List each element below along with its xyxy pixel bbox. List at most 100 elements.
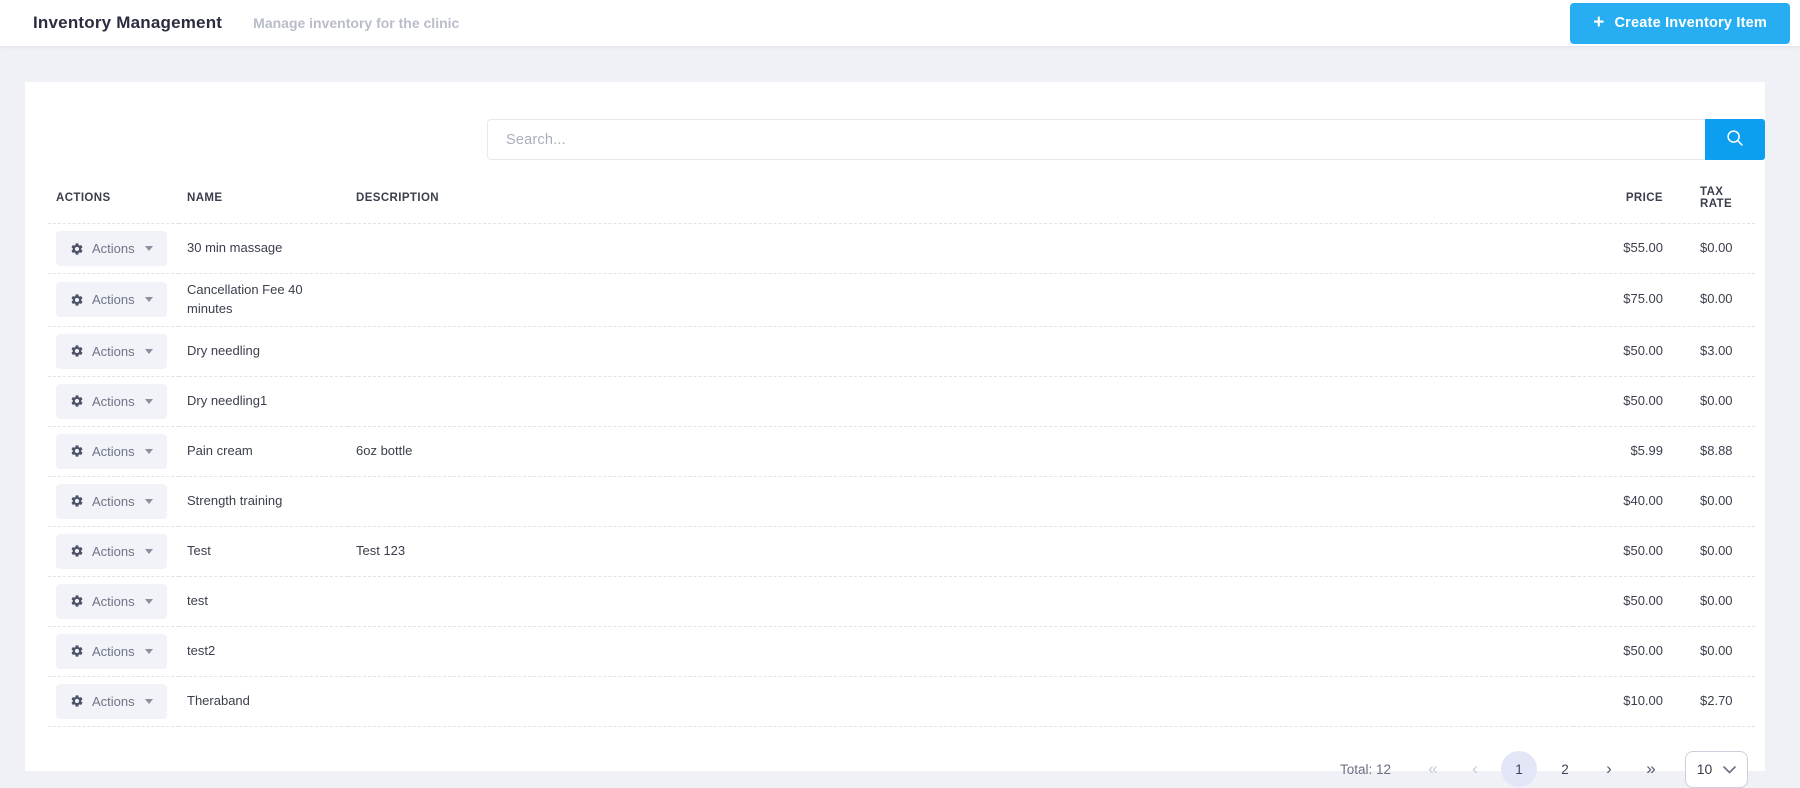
item-description bbox=[348, 476, 1573, 526]
gear-icon bbox=[70, 494, 84, 508]
column-header-description: DESCRIPTION bbox=[348, 176, 1573, 224]
pagination-total: Total: 12 bbox=[1340, 762, 1391, 777]
caret-down-icon bbox=[145, 246, 153, 251]
search-icon bbox=[1725, 128, 1745, 151]
item-description bbox=[348, 676, 1573, 726]
table-row: Actions Strength training $40.00 $0.00 bbox=[48, 476, 1755, 526]
row-actions-label: Actions bbox=[92, 394, 135, 409]
caret-down-icon bbox=[145, 599, 153, 604]
caret-down-icon bbox=[145, 349, 153, 354]
inventory-card: ACTIONS NAME DESCRIPTION PRICE TAX RATE … bbox=[25, 82, 1765, 771]
page-size-dropdown[interactable]: 10 bbox=[1685, 751, 1748, 788]
row-actions-label: Actions bbox=[92, 494, 135, 509]
caret-down-icon bbox=[145, 549, 153, 554]
column-header-price: PRICE bbox=[1573, 176, 1663, 224]
item-price: $55.00 bbox=[1573, 224, 1663, 274]
item-tax-rate: $3.00 bbox=[1663, 326, 1755, 376]
chevron-down-icon bbox=[1723, 761, 1736, 777]
item-name: Dry needling bbox=[179, 326, 348, 376]
page-subtitle: Manage inventory for the clinic bbox=[253, 15, 459, 31]
item-description bbox=[348, 576, 1573, 626]
first-page-button[interactable]: « bbox=[1417, 751, 1449, 787]
item-tax-rate: $0.00 bbox=[1663, 274, 1755, 327]
previous-page-button[interactable]: ‹ bbox=[1459, 751, 1491, 787]
last-page-button[interactable]: » bbox=[1635, 751, 1667, 787]
item-description: Test 123 bbox=[348, 526, 1573, 576]
row-actions-label: Actions bbox=[92, 344, 135, 359]
page-button-1[interactable]: 1 bbox=[1501, 751, 1537, 787]
item-price: $75.00 bbox=[1573, 274, 1663, 327]
item-price: $5.99 bbox=[1573, 426, 1663, 476]
row-actions-dropdown-button[interactable]: Actions bbox=[56, 282, 167, 317]
pagination-bar: Total: 12 « ‹ 1 2 › » 10 bbox=[25, 751, 1748, 788]
item-price: $10.00 bbox=[1573, 676, 1663, 726]
item-description: 6oz bottle bbox=[348, 426, 1573, 476]
gear-icon bbox=[70, 293, 84, 307]
row-actions-dropdown-button[interactable]: Actions bbox=[56, 484, 167, 519]
row-actions-dropdown-button[interactable]: Actions bbox=[56, 684, 167, 719]
item-name: Pain cream bbox=[179, 426, 348, 476]
row-actions-dropdown-button[interactable]: Actions bbox=[56, 334, 167, 369]
table-row: Actions Dry needling $50.00 $3.00 bbox=[48, 326, 1755, 376]
search-input[interactable] bbox=[487, 119, 1705, 160]
item-price: $50.00 bbox=[1573, 526, 1663, 576]
item-description bbox=[348, 224, 1573, 274]
item-tax-rate: $0.00 bbox=[1663, 476, 1755, 526]
row-actions-dropdown-button[interactable]: Actions bbox=[56, 534, 167, 569]
item-name: Test bbox=[179, 526, 348, 576]
table-row: Actions Cancellation Fee 40 minutes $75.… bbox=[48, 274, 1755, 327]
item-tax-rate: $0.00 bbox=[1663, 626, 1755, 676]
create-inventory-item-button[interactable]: + Create Inventory Item bbox=[1570, 3, 1790, 44]
table-row: Actions test $50.00 $0.00 bbox=[48, 576, 1755, 626]
item-name: Strength training bbox=[179, 476, 348, 526]
item-price: $50.00 bbox=[1573, 326, 1663, 376]
row-actions-dropdown-button[interactable]: Actions bbox=[56, 434, 167, 469]
caret-down-icon bbox=[145, 499, 153, 504]
search-bar bbox=[487, 119, 1765, 160]
gear-icon bbox=[70, 594, 84, 608]
item-tax-rate: $0.00 bbox=[1663, 224, 1755, 274]
gear-icon bbox=[70, 644, 84, 658]
gear-icon bbox=[70, 444, 84, 458]
row-actions-dropdown-button[interactable]: Actions bbox=[56, 384, 167, 419]
column-header-tax-rate: TAX RATE bbox=[1663, 176, 1755, 224]
item-name: Theraband bbox=[179, 676, 348, 726]
caret-down-icon bbox=[145, 699, 153, 704]
inventory-table-container: ACTIONS NAME DESCRIPTION PRICE TAX RATE … bbox=[48, 176, 1755, 727]
inventory-table: ACTIONS NAME DESCRIPTION PRICE TAX RATE … bbox=[48, 176, 1755, 727]
plus-icon: + bbox=[1593, 13, 1604, 32]
row-actions-dropdown-button[interactable]: Actions bbox=[56, 584, 167, 619]
table-row: Actions Dry needling1 $50.00 $0.00 bbox=[48, 376, 1755, 426]
gear-icon bbox=[70, 242, 84, 256]
search-button[interactable] bbox=[1705, 119, 1765, 160]
table-row: Actions Pain cream 6oz bottle $5.99 $8.8… bbox=[48, 426, 1755, 476]
row-actions-label: Actions bbox=[92, 694, 135, 709]
caret-down-icon bbox=[145, 399, 153, 404]
item-description bbox=[348, 274, 1573, 327]
top-bar: Inventory Management Manage inventory fo… bbox=[0, 0, 1800, 46]
item-tax-rate: $0.00 bbox=[1663, 376, 1755, 426]
row-actions-label: Actions bbox=[92, 594, 135, 609]
gear-icon bbox=[70, 344, 84, 358]
table-row: Actions Test Test 123 $50.00 $0.00 bbox=[48, 526, 1755, 576]
row-actions-dropdown-button[interactable]: Actions bbox=[56, 231, 167, 266]
row-actions-label: Actions bbox=[92, 544, 135, 559]
item-price: $50.00 bbox=[1573, 376, 1663, 426]
table-row: Actions 30 min massage $55.00 $0.00 bbox=[48, 224, 1755, 274]
page-button-2[interactable]: 2 bbox=[1547, 751, 1583, 787]
item-name: Dry needling1 bbox=[179, 376, 348, 426]
item-name: 30 min massage bbox=[179, 224, 348, 274]
item-description bbox=[348, 376, 1573, 426]
row-actions-label: Actions bbox=[92, 444, 135, 459]
row-actions-label: Actions bbox=[92, 241, 135, 256]
gear-icon bbox=[70, 694, 84, 708]
next-page-button[interactable]: › bbox=[1593, 751, 1625, 787]
row-actions-dropdown-button[interactable]: Actions bbox=[56, 634, 167, 669]
item-name: test bbox=[179, 576, 348, 626]
item-name: Cancellation Fee 40 minutes bbox=[179, 274, 348, 327]
page-size-value: 10 bbox=[1697, 761, 1713, 777]
column-header-actions: ACTIONS bbox=[48, 176, 179, 224]
item-tax-rate: $2.70 bbox=[1663, 676, 1755, 726]
table-header-row: ACTIONS NAME DESCRIPTION PRICE TAX RATE bbox=[48, 176, 1755, 224]
row-actions-label: Actions bbox=[92, 292, 135, 307]
